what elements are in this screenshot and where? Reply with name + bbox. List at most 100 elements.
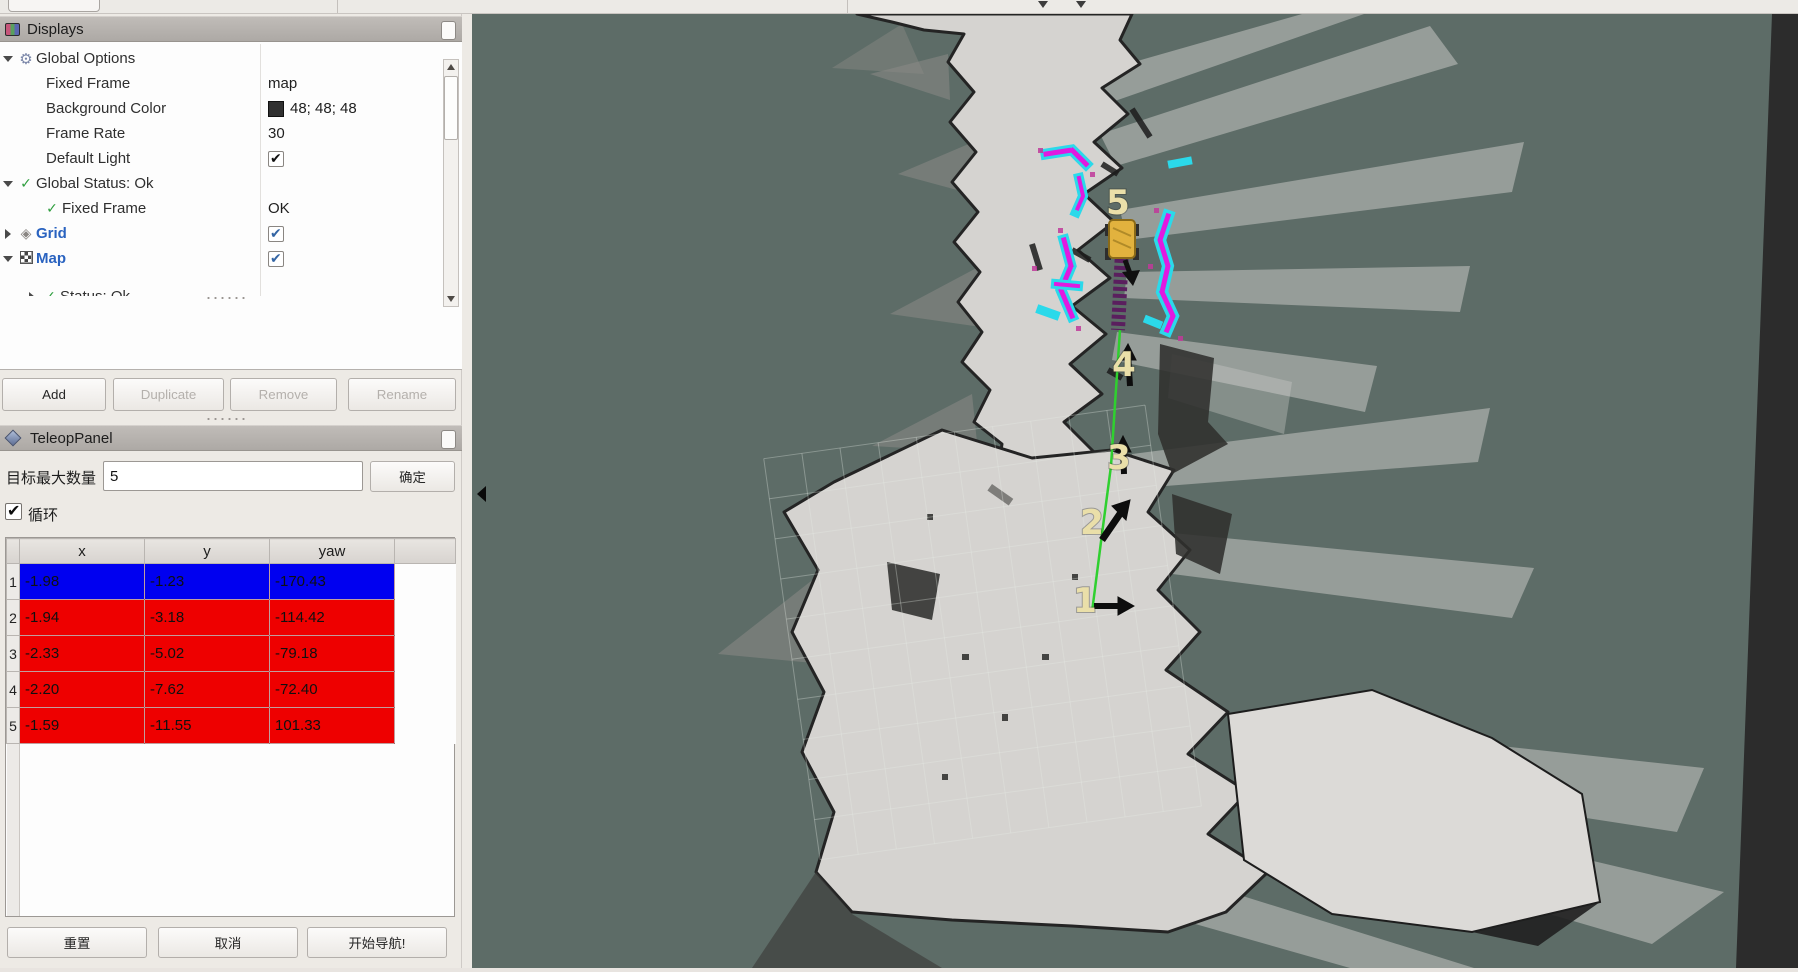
tree-row-map-status-clipped[interactable]: ✓ Status: Ok — [0, 284, 440, 296]
tree-row-map[interactable]: Map — [0, 246, 440, 271]
table-row[interactable]: 3-2.33-5.02-79.18 — [7, 636, 456, 672]
cell-x[interactable]: -2.20 — [20, 672, 145, 708]
tree-row-fixed-frame[interactable]: Fixed Frame map — [0, 71, 440, 96]
loop-checkbox[interactable] — [5, 503, 22, 520]
waypoint-label-2: 2 — [1080, 503, 1104, 543]
table-row[interactable]: 1-1.98-1.23-170.43 — [7, 564, 456, 600]
tree-row-global-status[interactable]: ✓ Global Status: Ok — [0, 171, 440, 196]
goal-table[interactable]: x y yaw 1-1.98-1.23-170.432-1.94-3.18-11… — [5, 537, 455, 917]
rename-display-button[interactable]: Rename — [348, 378, 456, 411]
cell-x[interactable]: -2.33 — [20, 636, 145, 672]
dropdown-caret-icon[interactable] — [1076, 1, 1086, 8]
cell-y[interactable]: -7.62 — [145, 672, 270, 708]
max-goal-input[interactable] — [103, 461, 363, 491]
cell-yaw[interactable]: -114.42 — [270, 600, 395, 636]
row-number[interactable]: 4 — [7, 672, 20, 708]
window-bottom-edge — [0, 968, 1798, 972]
tree-row-grid[interactable]: ◈ Grid — [0, 221, 440, 246]
fixed-frame-status: OK — [268, 200, 290, 217]
displays-tree: ⚙ Global Options Fixed Frame map Backgro… — [0, 42, 462, 370]
cell-x[interactable]: -1.59 — [20, 708, 145, 744]
fixed-frame-value[interactable]: map — [268, 75, 297, 92]
toolbar-separator — [847, 0, 848, 14]
tree-row-frame-rate[interactable]: Frame Rate 30 — [0, 121, 440, 146]
side-panel: Displays ⚙ Global Options Fixed Frame ma… — [0, 14, 462, 968]
color-swatch[interactable] — [268, 101, 284, 117]
column-x[interactable]: x — [20, 539, 145, 564]
frame-rate-value[interactable]: 30 — [268, 125, 285, 142]
status-ok-icon: ✓ — [42, 200, 62, 217]
waypoint-label-4: 4 — [1112, 345, 1136, 385]
expand-arrow-icon[interactable] — [0, 229, 16, 239]
scroll-up-icon[interactable] — [444, 60, 458, 74]
cell-y[interactable]: -5.02 — [145, 636, 270, 672]
splitter-handle[interactable] — [205, 296, 249, 300]
cancel-button[interactable]: 取消 — [158, 927, 298, 958]
grid-enabled-checkbox[interactable] — [268, 226, 284, 242]
cell-yaw[interactable]: -79.18 — [270, 636, 395, 672]
goal-table-body: 1-1.98-1.23-170.432-1.94-3.18-114.423-2.… — [7, 564, 456, 744]
teleop-panel-icon — [5, 430, 22, 447]
column-yaw[interactable]: yaw — [270, 539, 395, 564]
background-color-value[interactable]: 48; 48; 48 — [268, 100, 357, 117]
expand-arrow-icon[interactable] — [0, 256, 16, 262]
max-goal-label: 目标最大数量 — [6, 467, 96, 488]
table-row[interactable]: 2-1.94-3.18-114.42 — [7, 600, 456, 636]
cell-yaw[interactable]: -72.40 — [270, 672, 395, 708]
expand-arrow-icon[interactable] — [0, 181, 16, 187]
cell-y[interactable]: -3.18 — [145, 600, 270, 636]
row-number[interactable]: 3 — [7, 636, 20, 672]
default-light-checkbox[interactable] — [268, 151, 284, 167]
cell-filler — [395, 672, 456, 708]
start-navigation-button[interactable]: 开始导航! — [307, 927, 447, 958]
tree-row-background-color[interactable]: Background Color 48; 48; 48 — [0, 96, 440, 121]
panel-float-button[interactable] — [441, 21, 456, 40]
displays-icon — [5, 23, 20, 36]
robot-body — [1109, 220, 1135, 258]
splitter-handle[interactable] — [205, 417, 249, 421]
tree-row-global-options[interactable]: ⚙ Global Options — [0, 46, 440, 71]
duplicate-display-button[interactable]: Duplicate — [113, 378, 224, 411]
cell-filler — [395, 636, 456, 672]
row-number[interactable]: 2 — [7, 600, 20, 636]
add-display-button[interactable]: Add — [2, 378, 106, 411]
scrollbar-thumb[interactable] — [444, 76, 458, 140]
teleop-panel-title: TeleopPanel — [30, 430, 113, 447]
cell-yaw[interactable]: 101.33 — [270, 708, 395, 744]
remove-display-button[interactable]: Remove — [230, 378, 337, 411]
expand-arrow-icon[interactable] — [0, 56, 16, 62]
teleop-panel-titlebar[interactable]: TeleopPanel — [0, 425, 462, 451]
table-row[interactable]: 4-2.20-7.62-72.40 — [7, 672, 456, 708]
row-header-strip — [7, 744, 20, 916]
tree-row-default-light[interactable]: Default Light — [0, 146, 440, 171]
confirm-button[interactable]: 确定 — [370, 461, 455, 492]
cell-x[interactable]: -1.98 — [20, 564, 145, 600]
displays-panel-titlebar[interactable]: Displays — [0, 16, 462, 42]
top-toolbar-fragment — [0, 0, 1798, 14]
scroll-down-icon[interactable] — [444, 292, 458, 306]
gear-icon: ⚙ — [16, 50, 36, 68]
map-enabled-checkbox[interactable] — [268, 251, 284, 267]
row-number[interactable]: 5 — [7, 708, 20, 744]
cell-y[interactable]: -1.23 — [145, 564, 270, 600]
waypoint-label-5: 5 — [1106, 183, 1130, 223]
column-y[interactable]: y — [145, 539, 270, 564]
table-row[interactable]: 5-1.59-11.55101.33 — [7, 708, 456, 744]
panel-float-button[interactable] — [441, 430, 456, 449]
cell-filler — [395, 708, 456, 744]
expand-arrow-icon[interactable] — [24, 292, 40, 297]
waypoint-label-1: 1 — [1073, 581, 1097, 621]
dropdown-caret-icon[interactable] — [1038, 1, 1048, 8]
cell-yaw[interactable]: -170.43 — [270, 564, 395, 600]
cell-y[interactable]: -11.55 — [145, 708, 270, 744]
reset-button[interactable]: 重置 — [7, 927, 147, 958]
toolbar-button-fragment[interactable] — [8, 0, 100, 12]
tree-scrollbar[interactable] — [443, 59, 459, 307]
status-ok-icon: ✓ — [40, 288, 60, 296]
cell-x[interactable]: -1.94 — [20, 600, 145, 636]
tree-row-status-fixed-frame[interactable]: ✓ Fixed Frame OK — [0, 196, 440, 221]
cell-filler — [395, 600, 456, 636]
render-viewport[interactable]: 12345 — [472, 14, 1798, 968]
displays-panel-title: Displays — [27, 21, 84, 38]
row-number[interactable]: 1 — [7, 564, 20, 600]
